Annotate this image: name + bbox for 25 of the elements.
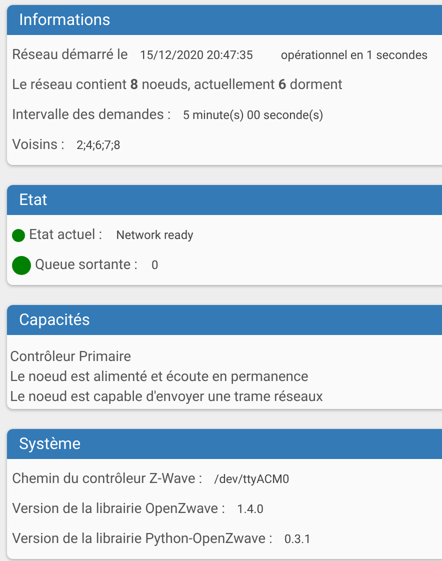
field-value: 5 minute(s) 00 seconde(s) [182, 107, 324, 124]
capability-text: Le noeud est capable d'envoyer une trame réseaux [10, 388, 323, 406]
capability-text: Le noeud est alimenté et écoute en permanence [10, 368, 308, 386]
panel-title: Capacités [19, 309, 90, 331]
field-label: Version de la librairie OpenZwave : [12, 500, 225, 518]
field-value: 2;4;6;7;8 [76, 137, 120, 154]
field-value: /dev/ttyACM0 [214, 471, 290, 488]
panel-title: Système [19, 433, 81, 455]
capability-text: Contrôleur Primaire [10, 348, 132, 366]
status-value: 0 [151, 257, 158, 274]
summary-text: Le réseau contient 8 noeuds, actuellement 6 dorment [12, 76, 342, 94]
field-note: opérationnel en 1 secondes [280, 47, 428, 64]
status-label: Etat actuel : [29, 226, 102, 244]
field-label: Chemin du contrôleur Z-Wave : [12, 470, 202, 488]
field-value: 1.4.0 [236, 501, 264, 518]
panel-title: Etat [19, 189, 48, 211]
field-value: 15/12/2020 20:47:35 [140, 47, 253, 64]
field-label: Réseau démarré le [12, 46, 128, 64]
status-label: Queue sortante : [35, 256, 138, 274]
field-label: Version de la librairie Python-OpenZwave : [12, 530, 272, 548]
field-label: Voisins : [12, 136, 64, 154]
field-label: Intervalle des demandes : [12, 106, 171, 124]
status-value: Network ready [116, 227, 194, 244]
panel-title: Informations [19, 9, 110, 31]
field-value: 0.3.1 [284, 531, 311, 548]
